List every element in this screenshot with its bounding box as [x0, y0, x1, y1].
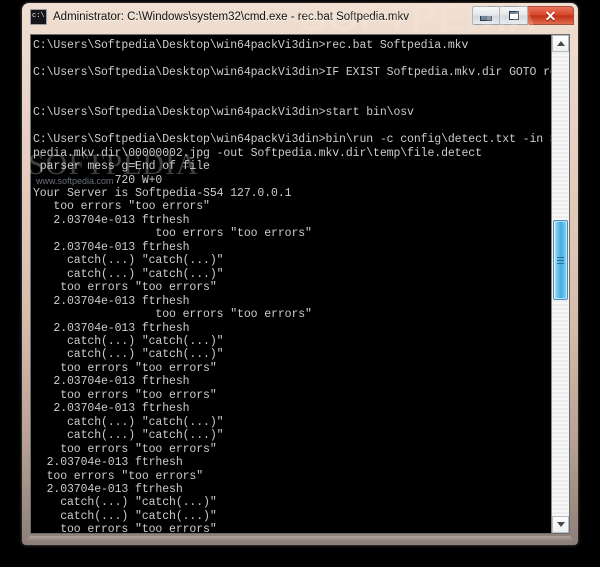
console-line: C:\Users\Softpedia\Desktop\win64packVi3d…: [33, 39, 469, 52]
console-line: catch(...) "catch(...)": [33, 267, 224, 281]
console-line: catch(...) "catch(...)": [33, 334, 224, 348]
console-line: too errors "too errors": [33, 227, 312, 241]
chevron-up-icon: [556, 41, 565, 46]
console-line: 2.03704e-013 ftrhesh: [33, 321, 190, 335]
console-line: C:\Users\Softpedia\Desktop\win64packVi3d…: [33, 65, 551, 79]
console-line: 2.03704e-013 ftrhesh: [33, 402, 190, 416]
console-line: too errors "too errors": [33, 281, 217, 295]
cmd-window: Administrator: C:\Windows\system32\cmd.e…: [22, 3, 578, 545]
chevron-down-icon: [556, 522, 565, 527]
console-client-area: C:\Users\Softpedia\Desktop\win64packVi3d…: [30, 34, 570, 534]
scrollbar-track[interactable]: [552, 52, 569, 516]
scrollbar-thumb[interactable]: [553, 220, 568, 300]
window-title: Administrator: C:\Windows\system32\cmd.e…: [53, 11, 409, 23]
close-button[interactable]: ✕: [528, 6, 574, 25]
console-line: parser mess g=End of file: [33, 160, 210, 174]
console-line: 2.03704e-013 ftrhesh: [33, 482, 183, 496]
console-line: pedia.mkv.dir\00000002.jpg -out Softpedi…: [33, 146, 482, 160]
window-controls: ✕: [472, 6, 574, 25]
console-line: catch(...) "catch(...)": [33, 415, 224, 429]
console-line: 720 W+0: [33, 173, 163, 187]
console-line: catch(...) "catch(...)": [33, 496, 217, 510]
titlebar-content: Administrator: C:\Windows\system32\cmd.e…: [30, 9, 409, 25]
console-line: too errors "too errors": [33, 442, 217, 456]
grip-icon: [557, 256, 564, 264]
window-titlebar[interactable]: Administrator: C:\Windows\system32\cmd.e…: [22, 3, 578, 33]
console-line: too errors "too errors": [33, 523, 217, 533]
console-line: C:\Users\Softpedia\Desktop\win64packVi3d…: [33, 133, 551, 147]
console-line: too errors "too errors": [33, 469, 204, 483]
console-line: 2.03704e-013 ftrhesh: [33, 240, 190, 254]
maximize-button[interactable]: [500, 6, 528, 25]
scroll-down-button[interactable]: [552, 516, 569, 533]
console-line: catch(...) "catch(...)": [33, 254, 224, 268]
console-line: 2.03704e-013 ftrhesh: [33, 213, 190, 227]
console-line: too errors "too errors": [33, 308, 312, 322]
console-line: too errors "too errors": [33, 361, 217, 375]
cmd-console-icon: [30, 9, 47, 25]
maximize-icon: [508, 11, 519, 20]
close-icon: ✕: [544, 7, 557, 24]
minimize-button[interactable]: [472, 6, 500, 25]
console-line: Your Server is Softpedia-S54 127.0.0.1: [33, 186, 292, 200]
scroll-up-button[interactable]: [552, 35, 569, 52]
console-output[interactable]: C:\Users\Softpedia\Desktop\win64packVi3d…: [31, 35, 551, 533]
console-line: 2.03704e-013 ftrhesh: [33, 294, 190, 308]
console-line: 2.03704e-013 ftrhesh: [33, 375, 190, 389]
console-line: catch(...) "catch(...)": [33, 348, 224, 362]
console-line: C:\Users\Softpedia\Desktop\win64packVi3d…: [33, 106, 414, 120]
console-line: catch(...) "catch(...)": [33, 509, 217, 523]
console-line: too errors "too errors": [33, 200, 210, 214]
minimize-icon: [480, 15, 492, 21]
window-bottom-sheen: [28, 536, 572, 542]
vertical-scrollbar[interactable]: [551, 35, 569, 533]
console-line: too errors "too errors": [33, 388, 217, 402]
console-line: 2.03704e-013 ftrhesh: [33, 456, 183, 470]
console-line: catch(...) "catch(...)": [33, 429, 224, 443]
